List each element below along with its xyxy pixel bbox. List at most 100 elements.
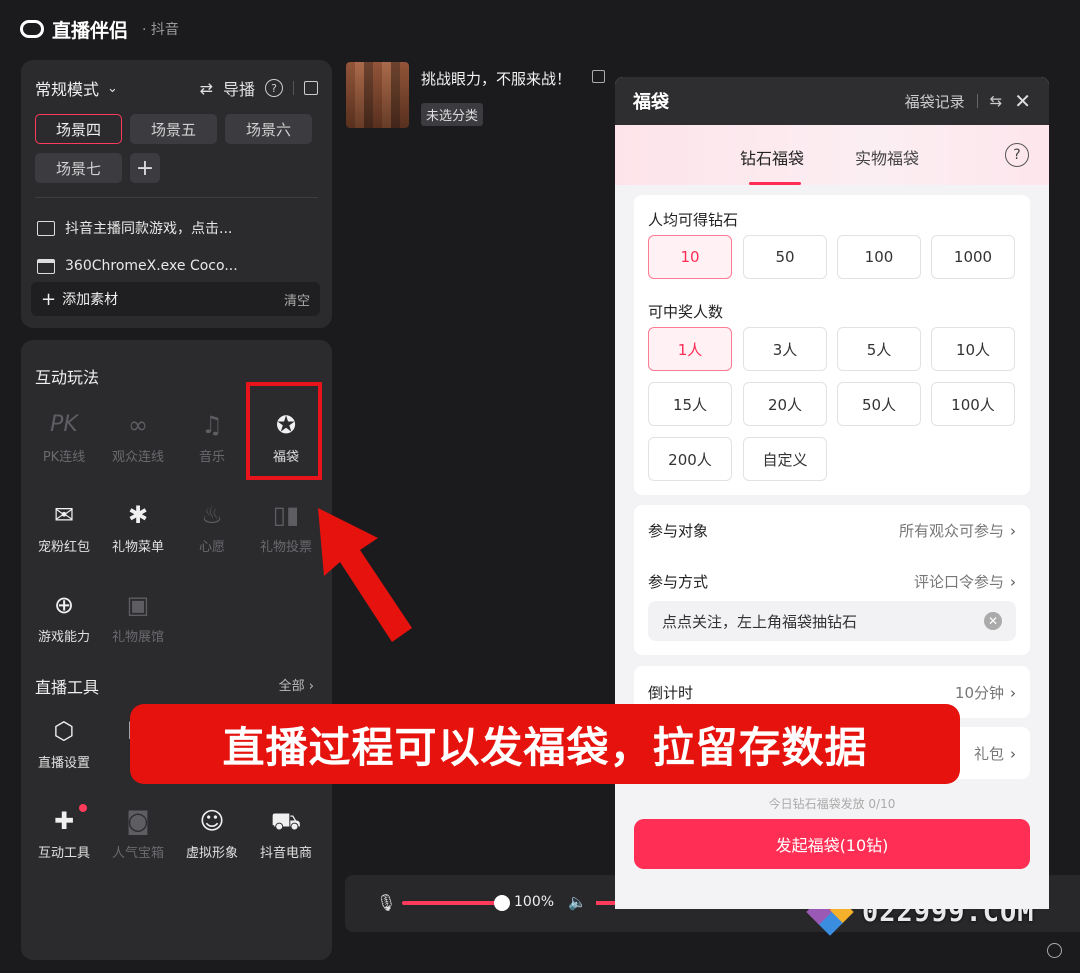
add-scene-button[interactable]: + <box>130 153 160 183</box>
launch-lucky-bag-button[interactable]: 发起福袋(10钻) <box>634 819 1030 869</box>
participation-card: 参与对象 所有观众可参与 › 参与方式 评论口令参与 › 点点关注，左上角福袋抽… <box>634 505 1030 655</box>
mode-select[interactable]: 常规模式 <box>35 76 99 100</box>
app-title: 直播伴侣 <box>52 19 129 42</box>
custom-winners-option[interactable]: 自定义 <box>743 437 827 481</box>
participants-row[interactable]: 参与对象 所有观众可参与 › <box>648 520 1016 541</box>
tool-gift-menu[interactable]: ✱ 礼物菜单 <box>101 500 175 555</box>
tool-label: 心愿 <box>198 540 225 555</box>
chevron-right-icon: › <box>1010 744 1016 763</box>
close-icon[interactable]: ✕ <box>1014 89 1031 113</box>
category-tag[interactable]: 未选分类 <box>421 103 484 126</box>
add-material-button[interactable]: 添加素材 <box>62 289 118 309</box>
scene-tab-6[interactable]: 场景六 <box>225 114 312 144</box>
help-icon[interactable]: ? <box>265 79 283 97</box>
tool-audience-link[interactable]: ∞ 观众连线 <box>101 410 175 465</box>
mode-row: 常规模式 ⌄ ⇄ 导播 ? <box>35 76 318 100</box>
puzzle-icon: ✚ <box>53 807 75 835</box>
participants-value: 所有观众可参与 <box>898 522 1004 540</box>
edit-icon[interactable] <box>592 70 605 83</box>
winners-option[interactable]: 100人 <box>931 382 1015 426</box>
audience-link-icon: ∞ <box>128 411 148 439</box>
source-label: 360ChromeX.exe Coco... <box>65 258 238 274</box>
volume-percent: 100% <box>514 894 555 910</box>
tool-interactive-tools[interactable]: ✚ 互动工具 <box>27 804 101 861</box>
gamepad-icon: ⊕ <box>53 591 75 619</box>
divider <box>35 197 318 198</box>
scene-tab-4[interactable]: 场景四 <box>35 114 122 144</box>
annotation-banner: 直播过程可以发福袋，拉留存数据 <box>130 704 960 784</box>
stream-cover-thumbnail[interactable] <box>346 62 409 128</box>
tool-live-settings[interactable]: ⬡ 直播设置 <box>27 716 101 771</box>
chevron-right-icon: › <box>1010 521 1016 540</box>
tab-physical-bag[interactable]: 实物福袋 <box>855 145 919 169</box>
active-tab-indicator <box>749 182 801 185</box>
clear-input-icon[interactable]: ✕ <box>984 612 1002 630</box>
help-icon[interactable]: ? <box>1005 143 1029 167</box>
swap-icon[interactable]: ⇆ <box>990 92 1003 110</box>
annotation-arrow-icon <box>318 508 412 642</box>
winners-option[interactable]: 15人 <box>648 382 732 426</box>
microphone-icon[interactable]: 🎙 <box>376 893 396 912</box>
slider-handle[interactable] <box>494 895 510 911</box>
tool-treasure-box[interactable]: ◙ 人气宝箱 <box>101 806 175 861</box>
tool-game-ability[interactable]: ⊕ 游戏能力 <box>27 590 101 645</box>
method-row[interactable]: 参与方式 评论口令参与 › <box>648 571 1016 592</box>
diamond-option[interactable]: 50 <box>743 235 827 279</box>
notification-dot <box>79 804 87 812</box>
section-title: 互动玩法 <box>35 368 100 387</box>
plus-icon[interactable]: + <box>41 289 56 310</box>
chevron-right-icon: › <box>1010 683 1016 702</box>
options-card: 人均可得钻石 10 50 100 1000 可中奖人数 1人 3人 5人 10人… <box>634 195 1030 495</box>
winners-option[interactable]: 5人 <box>837 327 921 371</box>
clear-button[interactable]: 清空 <box>284 290 310 309</box>
command-input[interactable]: 点点关注，左上角福袋抽钻石 ✕ <box>648 601 1016 641</box>
music-icon: ♫ <box>201 411 223 439</box>
countdown-row[interactable]: 倒计时 10分钟 › <box>648 682 1016 703</box>
reward-value: 礼包 <box>973 745 1004 763</box>
dialog-title: 福袋 <box>633 92 669 113</box>
swap-icon[interactable]: ⇄ <box>200 79 213 98</box>
stream-title: 挑战眼力，不服来战！ <box>421 70 572 88</box>
tool-wish[interactable]: ♨ 心愿 <box>175 500 249 555</box>
guide-button[interactable]: 导播 <box>223 76 255 100</box>
winners-option[interactable]: 10人 <box>931 327 1015 371</box>
chevron-right-icon: › <box>1010 572 1016 591</box>
countdown-value: 10分钟 <box>954 684 1004 702</box>
diamond-option[interactable]: 1000 <box>931 235 1015 279</box>
winners-option[interactable]: 200人 <box>648 437 732 481</box>
highlight-box <box>246 382 322 480</box>
scene-tab-5[interactable]: 场景五 <box>130 114 217 144</box>
tool-pk-link[interactable]: PK PK连线 <box>27 410 101 465</box>
winners-option[interactable]: 3人 <box>743 327 827 371</box>
tool-label: 礼物菜单 <box>111 540 164 555</box>
tool-label: PK连线 <box>42 450 86 465</box>
method-label: 参与方式 <box>648 573 709 591</box>
mic-volume-slider[interactable] <box>402 901 502 905</box>
speaker-icon[interactable]: 🔈 <box>568 893 587 911</box>
winners-option[interactable]: 20人 <box>743 382 827 426</box>
zoom-icon[interactable] <box>1047 943 1062 958</box>
source-item[interactable]: 360ChromeX.exe Coco... <box>37 258 238 274</box>
popout-icon[interactable] <box>304 81 318 95</box>
add-material-bar: + 添加素材 清空 <box>31 282 320 316</box>
tool-music[interactable]: ♫ 音乐 <box>175 410 249 465</box>
tool-red-packet[interactable]: ✉ 宠粉红包 <box>27 500 101 555</box>
tool-virtual-avatar[interactable]: ☺ 虚拟形象 <box>175 806 249 861</box>
tool-label: 抖音电商 <box>259 846 312 861</box>
winners-option[interactable]: 50人 <box>837 382 921 426</box>
winners-option[interactable]: 1人 <box>648 327 732 371</box>
winners-label: 可中奖人数 <box>648 303 724 321</box>
chevron-down-icon[interactable]: ⌄ <box>107 81 118 96</box>
lucky-bag-record-link[interactable]: 福袋记录 <box>905 91 965 112</box>
tab-diamond-bag[interactable]: 钻石福袋 <box>740 145 804 169</box>
all-tools-link[interactable]: 全部 › <box>279 675 314 694</box>
tool-gift-hall[interactable]: ▣ 礼物展馆 <box>101 590 175 645</box>
tool-ecommerce[interactable]: ⛟ 抖音电商 <box>249 806 323 861</box>
diamond-option[interactable]: 10 <box>648 235 732 279</box>
scene-tab-7[interactable]: 场景七 <box>35 153 122 183</box>
image-icon <box>37 220 55 236</box>
source-item[interactable]: 抖音主播同款游戏，点击... <box>37 218 232 238</box>
diamond-option[interactable]: 100 <box>837 235 921 279</box>
tool-label: 礼物展馆 <box>111 630 164 645</box>
speaker-volume-slider[interactable] <box>596 901 616 905</box>
